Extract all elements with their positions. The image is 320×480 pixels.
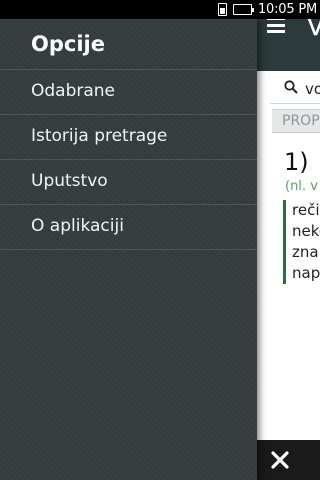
definition-line: napi — [292, 264, 320, 282]
definition-line: zna — [292, 243, 319, 261]
battery-icon — [232, 4, 254, 15]
drawer-item-search-history[interactable]: Istorija pretrage — [0, 115, 257, 160]
status-bar: 10:05 PM — [0, 0, 320, 19]
definition-line: reči — [292, 201, 320, 219]
close-icon[interactable] — [270, 450, 290, 470]
drawer-title: Opcije — [0, 19, 257, 70]
tab-section[interactable]: PROP — [272, 109, 320, 133]
menu-icon[interactable] — [267, 17, 285, 33]
entry-origin: (nl. v — [285, 179, 318, 194]
definition-line: neko — [292, 222, 320, 240]
navigation-drawer: Opcije Odabrane Istorija pretrage Uputst… — [0, 19, 257, 480]
search-icon — [284, 80, 298, 94]
drawer-item-favorites[interactable]: Odabrane — [0, 70, 257, 115]
entry-definition: reči neko zna napi — [283, 200, 320, 284]
drawer-item-about[interactable]: O aplikaciji — [0, 205, 257, 250]
sim-icon — [217, 3, 227, 16]
search-value: vo — [305, 80, 320, 98]
entry-number: 1) — [284, 148, 309, 176]
screen: 10:05 PM V vo PROP 1) (nl. v reči neko z… — [0, 0, 320, 480]
status-time: 10:05 PM — [257, 2, 317, 17]
drawer-item-instructions[interactable]: Uputstvo — [0, 160, 257, 205]
